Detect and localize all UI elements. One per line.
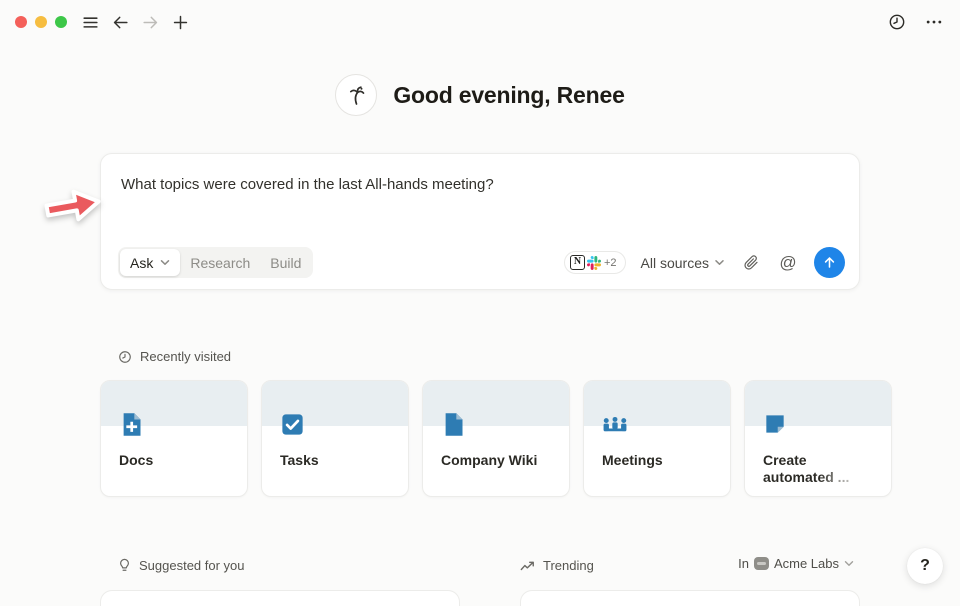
workspace-scope-dropdown[interactable]: In Acme Labs [738, 556, 854, 571]
card-label: Company Wiki [441, 452, 551, 469]
mention-button[interactable]: @ [777, 252, 799, 274]
titlebar [0, 0, 960, 44]
card-tasks[interactable]: Tasks [261, 380, 409, 497]
suggested-card[interactable] [100, 590, 460, 606]
task-check-icon [279, 411, 306, 438]
send-icon [822, 255, 837, 270]
chevron-down-icon [844, 560, 854, 567]
window-controls [15, 16, 67, 28]
card-company-wiki[interactable]: Company Wiki [422, 380, 570, 497]
all-sources-label: All sources [641, 255, 709, 271]
new-tab-icon [171, 13, 190, 32]
notion-icon: N [570, 255, 585, 270]
note-icon [762, 411, 788, 437]
mode-ask-button[interactable]: Ask [120, 249, 180, 276]
scope-name: Acme Labs [774, 556, 839, 571]
mode-build-button[interactable]: Build [260, 249, 311, 276]
attach-button[interactable] [740, 252, 762, 274]
card-label: Tasks [280, 452, 390, 469]
card-label: Docs [119, 452, 229, 469]
lightbulb-icon [118, 558, 131, 573]
attach-icon [742, 254, 760, 272]
composer-input[interactable]: What topics were covered in the last All… [101, 154, 859, 195]
card-label: Meetings [602, 452, 712, 469]
workspace-logo [754, 557, 769, 570]
all-sources-dropdown[interactable]: All sources [641, 255, 725, 271]
trending-card[interactable] [520, 590, 860, 606]
close-window-button[interactable] [15, 16, 27, 28]
card-label: Create automated ... [763, 452, 873, 486]
recently-visited-cards: Docs Tasks Company Wiki Meetings [100, 380, 892, 497]
back-button[interactable] [109, 10, 131, 34]
history-button[interactable] [886, 10, 908, 34]
send-button[interactable] [814, 247, 845, 278]
menu-button[interactable] [79, 10, 101, 34]
greeting-title: Good evening, Renee [393, 82, 624, 109]
forward-button[interactable] [139, 10, 161, 34]
chevron-down-icon [714, 259, 725, 266]
greeting: Good evening, Renee [0, 74, 960, 116]
clock-icon [118, 350, 132, 364]
suggested-header: Suggested for you [118, 558, 245, 573]
meeting-people-icon [601, 411, 629, 439]
cursor-arrow [40, 179, 106, 233]
mode-research-button[interactable]: Research [180, 249, 260, 276]
recently-visited-header: Recently visited [118, 349, 231, 364]
more-button[interactable] [923, 10, 945, 34]
card-docs[interactable]: Docs [100, 380, 248, 497]
back-icon [111, 13, 130, 32]
composer-toolbar: Ask Research Build N +2 All sources [118, 247, 845, 278]
minimize-window-button[interactable] [35, 16, 47, 28]
new-tab-button[interactable] [169, 10, 191, 34]
doc-add-icon [118, 411, 145, 438]
menu-icon [81, 13, 100, 32]
recently-visited-title: Recently visited [140, 349, 231, 364]
forward-icon [141, 13, 160, 32]
slack-icon [587, 256, 601, 270]
trending-icon [520, 560, 535, 572]
page-icon [440, 411, 467, 438]
more-icon [924, 12, 944, 32]
trending-header: Trending [520, 558, 594, 573]
card-meetings[interactable]: Meetings [583, 380, 731, 497]
zoom-window-button[interactable] [55, 16, 67, 28]
card-create-automated[interactable]: Create automated ... [744, 380, 892, 497]
help-button[interactable]: ? [907, 548, 943, 584]
trending-title: Trending [543, 558, 594, 573]
chevron-down-icon [160, 259, 170, 266]
extra-sources-count: +2 [604, 257, 617, 269]
history-icon [887, 12, 907, 32]
palm-tree-icon [335, 74, 377, 116]
mode-ask-label: Ask [130, 255, 153, 271]
mode-switcher: Ask Research Build [118, 247, 313, 278]
scope-prefix: In [738, 556, 749, 571]
suggested-title: Suggested for you [139, 558, 245, 573]
sources-pill[interactable]: N +2 [564, 251, 626, 274]
composer: What topics were covered in the last All… [100, 153, 860, 290]
